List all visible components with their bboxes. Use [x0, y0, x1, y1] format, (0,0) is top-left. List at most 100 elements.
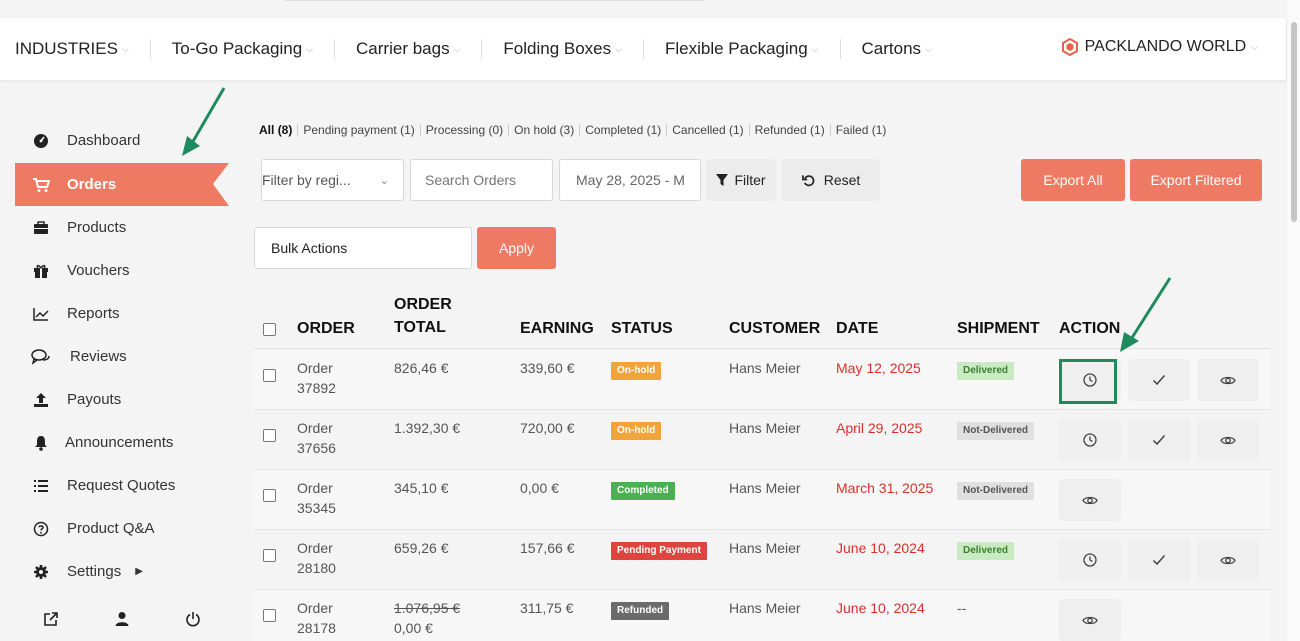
shipment-badge: Not-Delivered — [957, 422, 1035, 440]
sidebar-item-announcements[interactable]: Announcements — [15, 421, 229, 464]
sidebar-item-payouts[interactable]: Payouts — [15, 378, 229, 421]
eye-icon — [1082, 616, 1098, 624]
scrollbar-thumb[interactable] — [1291, 22, 1297, 222]
caret-right-icon: ▶ — [135, 566, 143, 577]
col-order-total[interactable]: ORDER TOTAL — [394, 293, 452, 339]
sidebar-item-settings[interactable]: Settings ▶ — [15, 550, 229, 593]
nav-flexible-packaging[interactable]: Flexible Packaging ⌵ — [665, 38, 819, 60]
order-total: 826,46 € — [394, 360, 449, 376]
view-action-button[interactable] — [1197, 419, 1259, 461]
complete-action-button[interactable] — [1128, 359, 1190, 401]
user-icon[interactable] — [115, 611, 129, 632]
order-date: June 10, 2024 — [836, 600, 925, 616]
on-hold-action-button[interactable] — [1059, 419, 1121, 461]
col-shipment: SHIPMENT — [957, 320, 1040, 337]
apply-button[interactable]: Apply — [477, 227, 556, 269]
chevron-down-icon: ⌄ — [379, 174, 389, 187]
status-badge: On-hold — [611, 422, 662, 440]
nav-divider — [334, 39, 336, 59]
sidebar-item-product-qa[interactable]: Product Q&A — [15, 507, 229, 550]
store-switcher[interactable]: PACKLANDO WORLD ⌵ — [1061, 38, 1258, 56]
order-link[interactable]: Order 28180 — [297, 538, 336, 578]
reset-button[interactable]: Reset — [782, 159, 880, 201]
order-date: April 29, 2025 — [836, 420, 923, 436]
view-action-button[interactable] — [1059, 479, 1121, 521]
filter-button[interactable]: Filter — [706, 159, 776, 201]
col-order[interactable]: ORDER — [297, 317, 355, 340]
list-icon — [31, 476, 51, 496]
sidebar: Dashboard Orders Products Vouchers Repor… — [15, 119, 229, 641]
on-hold-action-button[interactable] — [1059, 539, 1121, 581]
table-row: Order 35345 345,10 € 0,00 € Completed Han… — [254, 470, 1270, 530]
bulk-actions-select[interactable]: Bulk Actions — [254, 227, 472, 269]
power-icon[interactable] — [185, 611, 201, 632]
status-filter-on-hold[interactable]: On hold (3) — [509, 124, 581, 136]
order-earning: 720,00 € — [520, 420, 575, 436]
chevron-down-icon: ⌵ — [925, 43, 932, 54]
chevron-down-icon: ⌵ — [306, 43, 314, 54]
sidebar-item-reviews[interactable]: Reviews — [15, 335, 229, 378]
nav-to-go-packaging[interactable]: To-Go Packaging ⌵ — [172, 38, 313, 60]
customer-name: Hans Meier — [729, 600, 801, 616]
status-filter-all[interactable]: All (8) — [259, 124, 299, 136]
export-all-button[interactable]: Export All — [1021, 159, 1125, 201]
nav-divider — [839, 39, 841, 59]
status-filter-cancelled[interactable]: Cancelled (1) — [667, 124, 750, 136]
order-earning: 311,75 € — [520, 600, 574, 616]
funnel-icon — [716, 174, 729, 186]
view-action-button[interactable] — [1059, 599, 1121, 641]
order-link[interactable]: Order 37892 — [297, 358, 336, 398]
status-filter-refunded[interactable]: Refunded (1) — [750, 124, 831, 136]
table-row: Order 37892 826,46 € 339,60 € On-hold Han… — [254, 350, 1270, 410]
order-total: 1.076,95 €0,00 € — [394, 600, 461, 636]
col-earning: EARNING — [520, 320, 594, 337]
sidebar-item-vouchers[interactable]: Vouchers — [15, 249, 229, 292]
row-checkbox[interactable] — [263, 369, 276, 382]
date-range-input[interactable]: May 28, 2025 - M — [559, 159, 701, 201]
status-filter-failed[interactable]: Failed (1) — [831, 124, 892, 136]
view-action-button[interactable] — [1197, 539, 1259, 581]
complete-action-button[interactable] — [1128, 539, 1190, 581]
table-row: Order 37656 1.392,30 € 720,00 € On-hold H… — [254, 410, 1270, 470]
search-orders-input[interactable] — [410, 159, 553, 201]
sidebar-item-reports[interactable]: Reports — [15, 292, 229, 335]
annotation-arrow-icon — [1120, 277, 1172, 352]
comments-icon — [31, 347, 51, 367]
status-filter-processing[interactable]: Processing (0) — [421, 124, 510, 136]
select-all-checkbox[interactable] — [263, 323, 276, 336]
col-status: STATUS — [611, 320, 673, 337]
nav-carrier-bags[interactable]: Carrier bags ⌵ — [356, 38, 460, 60]
status-filter-pending-payment[interactable]: Pending payment (1) — [298, 124, 421, 136]
shipment-status: -- — [957, 600, 967, 616]
sidebar-item-orders[interactable]: Orders — [15, 163, 229, 206]
customer-name: Hans Meier — [729, 360, 801, 376]
status-filter-completed[interactable]: Completed (1) — [580, 124, 668, 136]
row-checkbox[interactable] — [263, 429, 276, 442]
export-filtered-button[interactable]: Export Filtered — [1130, 159, 1262, 201]
line-chart-icon — [31, 304, 51, 324]
col-date[interactable]: DATE — [836, 317, 878, 340]
complete-action-button[interactable] — [1128, 419, 1190, 461]
external-link-icon[interactable] — [43, 611, 59, 632]
sidebar-item-request-quotes[interactable]: Request Quotes — [15, 464, 229, 507]
registered-customer-select[interactable]: Filter by regi... ⌄ — [261, 159, 404, 201]
eye-icon — [1082, 496, 1098, 504]
order-link[interactable]: Order 28178 — [297, 598, 336, 638]
nav-folding-boxes[interactable]: Folding Boxes ⌵ — [503, 38, 622, 60]
order-total: 659,26 € — [394, 540, 449, 556]
order-earning: 157,66 € — [520, 540, 575, 556]
nav-industries[interactable]: INDUSTRIES ⌵ — [15, 38, 129, 60]
check-icon — [1152, 375, 1166, 386]
order-link[interactable]: Order 35345 — [297, 478, 336, 518]
clock-icon — [1083, 553, 1097, 567]
row-checkbox[interactable] — [263, 549, 276, 562]
order-link[interactable]: Order 37656 — [297, 418, 336, 458]
check-icon — [1152, 435, 1166, 446]
row-checkbox[interactable] — [263, 609, 276, 622]
sidebar-item-products[interactable]: Products — [15, 206, 229, 249]
page-scrollbar[interactable] — [1286, 0, 1300, 641]
view-action-button[interactable] — [1197, 359, 1259, 401]
row-checkbox[interactable] — [263, 489, 276, 502]
clock-icon — [1083, 433, 1097, 447]
nav-cartons[interactable]: Cartons ⌵ — [862, 38, 932, 60]
